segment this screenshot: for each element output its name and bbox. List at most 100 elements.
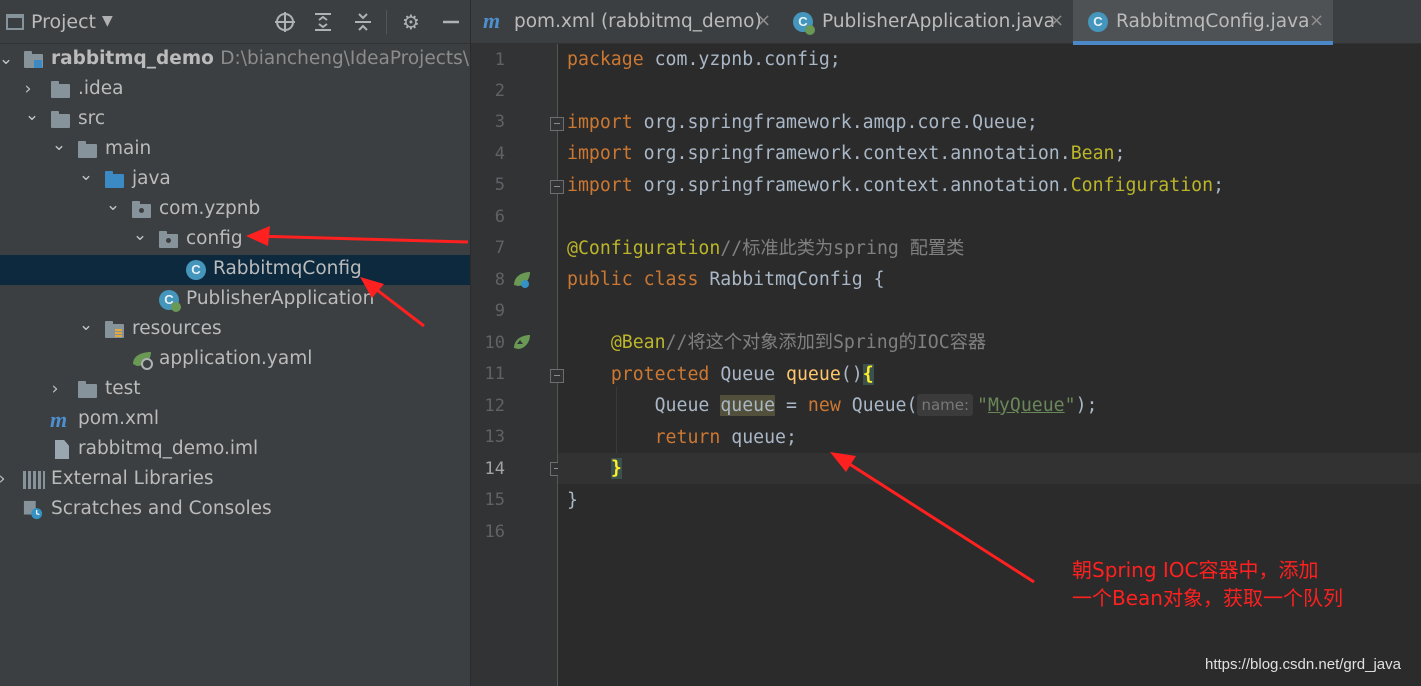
tree-item-external-libraries[interactable]: › External Libraries (0, 465, 470, 495)
tab-label: pom.xml (rabbitmq_demo) (514, 11, 762, 32)
spring-bean-gutter-icon[interactable] (511, 269, 533, 291)
spring-config-icon (133, 352, 153, 370)
line-number: 7 (494, 238, 505, 258)
project-tool-window: Project ▼ ⚙ ⌄ rabbitmq_demo D:\biancheng… (0, 0, 470, 686)
tab-rabbitmq-config[interactable]: C RabbitmqConfig.java × (1073, 0, 1333, 45)
collapse-all-icon[interactable] (350, 9, 376, 35)
tree-item-pom-xml[interactable]: m pom.xml (0, 405, 470, 435)
line-number: 15 (484, 490, 505, 510)
line-number: 8 (494, 270, 505, 290)
maven-icon: m (50, 407, 68, 432)
tree-item-label: src (78, 108, 106, 129)
folder-icon (51, 81, 70, 98)
code-line-1: package com.yzpnb.config; (567, 49, 841, 70)
chevron-right-icon[interactable]: › (0, 469, 10, 489)
code-line-3: import org.springframework.amqp.core.Que… (567, 112, 1038, 133)
code-line-14: } (558, 453, 1421, 484)
chevron-right-icon[interactable]: › (20, 79, 36, 99)
tree-item-config[interactable]: ⌄ config (0, 225, 470, 255)
libraries-icon (23, 471, 45, 489)
editor-tab-bar: m pom.xml (rabbitmq_demo) × C PublisherA… (471, 0, 1421, 45)
annotation-line: 朝Spring IOC容器中，添加 (1072, 558, 1319, 582)
close-icon[interactable]: × (756, 10, 771, 31)
code-line-15: } (567, 490, 578, 511)
tree-item-label: java (132, 168, 171, 189)
line-number: 5 (494, 175, 505, 195)
folder-icon (78, 141, 97, 158)
package-icon (159, 231, 178, 248)
line-number: 2 (494, 81, 505, 101)
tree-item-iml[interactable]: rabbitmq_demo.iml (0, 435, 470, 465)
chevron-down-icon[interactable]: ⌄ (78, 165, 94, 185)
tree-item-main[interactable]: ⌄ main (0, 135, 470, 165)
tab-publisher-application[interactable]: C PublisherApplication.java × (781, 0, 1071, 44)
code-line-7: @Configuration//标准此类为spring 配置类 (567, 238, 965, 259)
chevron-down-icon[interactable]: ⌄ (0, 49, 14, 69)
code-line-13: return queue; (654, 427, 797, 448)
chevron-right-icon[interactable]: › (47, 379, 63, 399)
code-line-12: Queue queue = new Queue(name: "MyQueue"); (654, 394, 1098, 416)
spring-bean-gutter-icon[interactable] (511, 332, 533, 354)
tree-item-idea[interactable]: › .idea (0, 75, 470, 105)
expand-all-icon[interactable] (310, 9, 336, 35)
toolbar-divider (386, 10, 387, 34)
code-line-10: @Bean//将这个对象添加到Spring的IOC容器 (610, 332, 987, 353)
run-badge-icon (171, 302, 181, 312)
line-number: 13 (484, 427, 505, 447)
folder-icon (51, 111, 70, 128)
annotation-note: 朝Spring IOC容器中，添加 一个Bean对象，获取一个队列 (1072, 556, 1343, 612)
project-view-selector[interactable]: Project (31, 11, 96, 33)
tab-label: RabbitmqConfig.java (1116, 11, 1310, 32)
line-number: 10 (484, 333, 505, 353)
code-line-8: public class RabbitmqConfig { (567, 269, 885, 290)
tree-item-resources[interactable]: ⌄ resources (0, 315, 470, 345)
hide-panel-icon[interactable] (438, 9, 464, 35)
line-number: 6 (494, 207, 505, 227)
tree-item-publisher-application[interactable]: C PublisherApplication (0, 285, 470, 315)
tab-label: PublisherApplication.java (822, 11, 1055, 32)
chevron-down-icon[interactable]: ⌄ (24, 105, 40, 125)
locate-file-icon[interactable] (272, 9, 298, 35)
tree-item-label: main (105, 138, 152, 159)
tree-item-label: com.yzpnb (159, 198, 261, 219)
chevron-down-icon[interactable]: ⌄ (105, 195, 121, 215)
tab-pom-xml[interactable]: m pom.xml (rabbitmq_demo) × (471, 0, 779, 44)
project-view-icon (6, 14, 24, 30)
tree-item-label: resources (132, 318, 222, 339)
tree-item-application-yaml[interactable]: application.yaml (0, 345, 470, 375)
tree-item-scratches[interactable]: Scratches and Consoles (0, 495, 470, 525)
watermark: https://blog.csdn.net/grd_java (1205, 656, 1401, 673)
resources-folder-icon (105, 321, 124, 338)
chevron-down-icon[interactable]: ⌄ (51, 135, 67, 155)
chevron-down-icon[interactable]: ▼ (102, 13, 113, 29)
gear-icon[interactable]: ⚙ (398, 9, 424, 35)
annotation-line: 一个Bean对象，获取一个队列 (1072, 586, 1343, 610)
line-number: 9 (494, 301, 505, 321)
java-class-icon: C (186, 260, 206, 280)
tree-item-label: application.yaml (159, 348, 313, 369)
tree-item-label: test (105, 378, 141, 399)
tree-item-src[interactable]: ⌄ src (0, 105, 470, 135)
line-number: 11 (484, 364, 505, 384)
close-icon[interactable]: × (1309, 10, 1324, 31)
tree-item-label: rabbitmq_demo D:\biancheng\IdeaProjects\… (51, 48, 470, 69)
tree-item-java[interactable]: ⌄ java (0, 165, 470, 195)
close-icon[interactable]: × (1049, 10, 1064, 31)
package-icon (132, 201, 151, 218)
code-line-5: import org.springframework.context.annot… (567, 175, 1225, 196)
tree-item-rabbitmq-config[interactable]: C RabbitmqConfig (0, 255, 470, 285)
chevron-down-icon[interactable]: ⌄ (78, 315, 94, 335)
chevron-down-icon[interactable]: ⌄ (132, 225, 148, 245)
tree-item-test[interactable]: › test (0, 375, 470, 405)
iml-file-icon (55, 440, 69, 459)
line-number: 4 (494, 144, 505, 164)
tree-item-label: .idea (78, 78, 124, 99)
tree-item-rabbitmq-demo[interactable]: ⌄ rabbitmq_demo D:\biancheng\IdeaProject… (0, 45, 470, 75)
line-number: 16 (484, 522, 505, 542)
tree-item-com-yzpnb[interactable]: ⌄ com.yzpnb (0, 195, 470, 225)
editor-gutter[interactable]: 1 2 3 4 5 6 7 8 9 10 11 12 13 14 15 16 (471, 44, 557, 686)
